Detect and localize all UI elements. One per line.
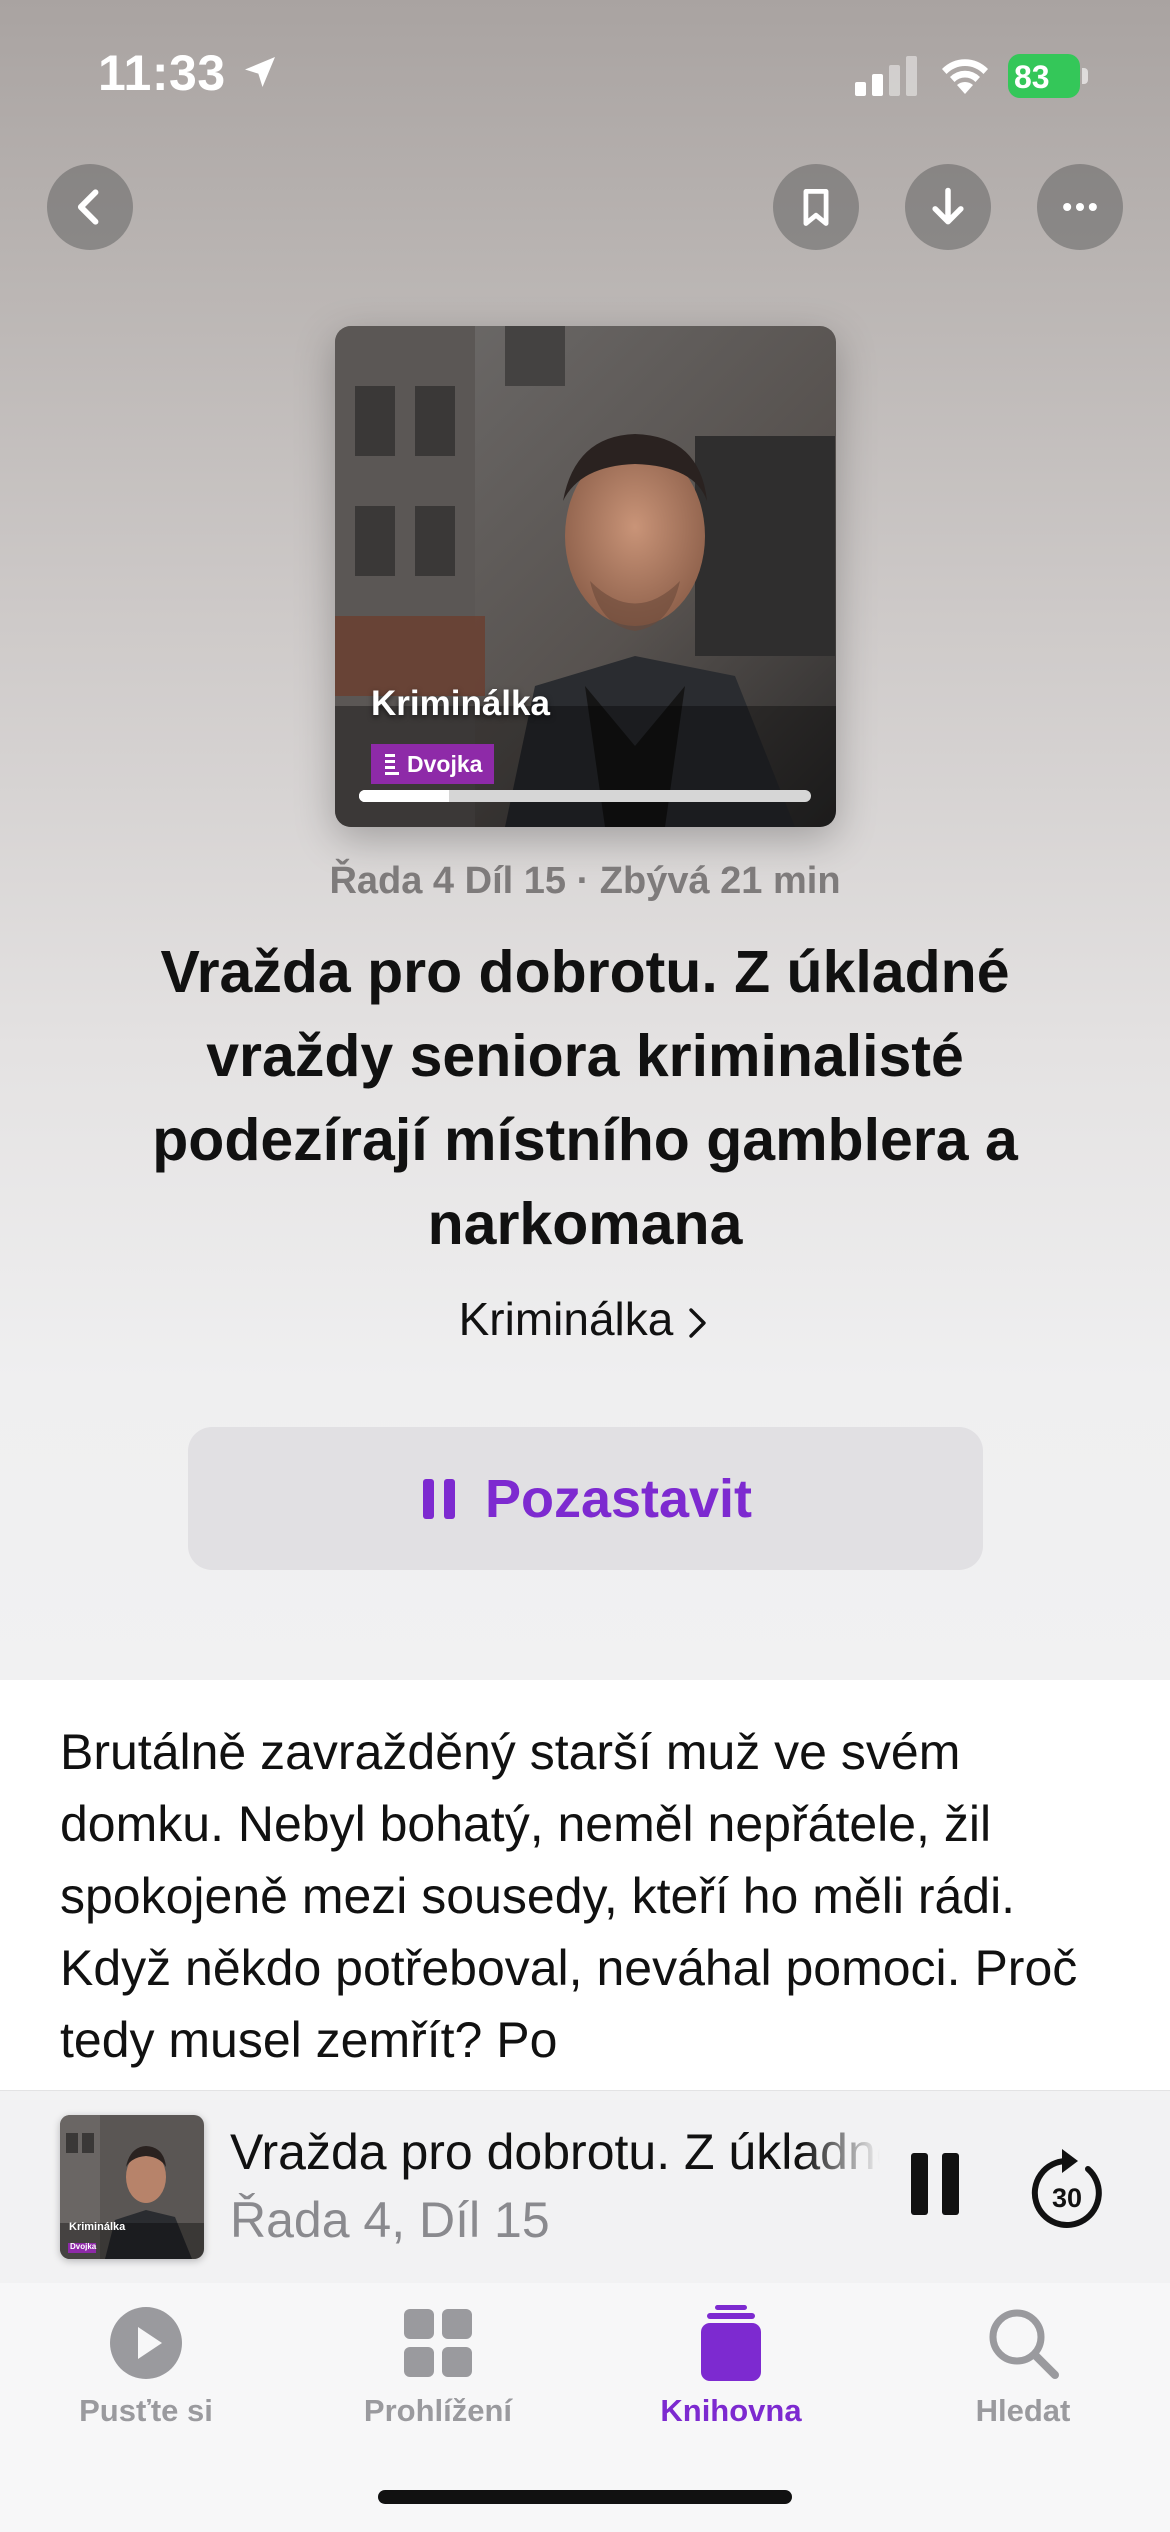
episode-progress-fill: [359, 790, 450, 802]
download-icon: [932, 187, 964, 225]
home-indicator: [378, 2490, 792, 2504]
skip-seconds-label: 30: [1052, 2183, 1082, 2213]
chevron-right-icon: [689, 1308, 707, 1338]
mini-player[interactable]: Kriminálka Dvojka Vražda pro dobrotu. Z …: [0, 2090, 1170, 2284]
episode-meta: Řada 4 Díl 15 · Zbývá 21 min: [329, 860, 841, 902]
back-button[interactable]: [47, 164, 133, 250]
bookmark-button[interactable]: [773, 164, 859, 250]
grid-icon: [404, 2309, 472, 2377]
episode-progress-bar: [359, 790, 811, 802]
status-bar: 11:33 83: [0, 0, 1170, 150]
search-icon: [989, 2309, 1059, 2379]
battery-cap: [1082, 68, 1088, 84]
tab-search[interactable]: Hledat: [877, 2303, 1169, 2429]
battery-percent: 83: [1014, 59, 1050, 95]
location-arrow-icon: [245, 57, 275, 87]
library-stack-icon: [701, 2305, 761, 2381]
episode-description: Brutálně zavražděný starší muž ve svém d…: [60, 1724, 1078, 2068]
mini-player-subtitle: Řada 4, Díl 15: [230, 2192, 550, 2248]
tab-library-label: Knihovna: [660, 2393, 802, 2428]
battery-icon: 83: [1008, 54, 1088, 100]
artwork-badge-label: Dvojka: [407, 750, 483, 777]
mini-artwork-show-name: Kriminálka: [69, 2221, 126, 2233]
mini-artwork-image: [60, 2115, 204, 2259]
status-time: 11:33: [98, 45, 226, 101]
play-circle-icon: [110, 2307, 182, 2379]
pause-icon: [422, 1478, 455, 1519]
mini-player-artwork: Kriminálka Dvojka: [60, 2115, 204, 2259]
wifi-icon: [942, 59, 988, 94]
tab-browse[interactable]: Prohlížení: [292, 2303, 584, 2429]
pause-button[interactable]: Pozastavit: [188, 1427, 983, 1570]
mini-pause-button[interactable]: [905, 2149, 965, 2219]
tab-browse-label: Prohlížení: [363, 2393, 513, 2428]
chevron-left-icon: [77, 189, 99, 225]
bookmark-icon: [803, 189, 829, 226]
station-logo-icon: [385, 754, 399, 775]
cellular-signal-icon: [855, 56, 917, 96]
mini-player-title: Vražda pro dobrotu. Z úkladné vraždy sen…: [230, 2124, 880, 2180]
show-link[interactable]: Kriminálka: [0, 1292, 1170, 1346]
pause-button-label: Pozastavit: [484, 1468, 753, 1529]
download-button[interactable]: [905, 164, 991, 250]
episode-artwork[interactable]: Kriminálka Dvojka: [335, 326, 836, 827]
tab-listen-now[interactable]: Pusťte si: [0, 2303, 292, 2429]
episode-title: Vražda pro dobrotu. Z úkladné vraždy sen…: [152, 939, 1018, 1257]
tab-search-label: Hledat: [975, 2393, 1071, 2428]
artwork-station-badge: Dvojka: [371, 744, 495, 784]
show-link-label: Kriminálka: [458, 1293, 674, 1345]
tab-listen-now-label: Pusťte si: [79, 2393, 213, 2428]
more-button[interactable]: [1037, 164, 1123, 250]
artwork-show-name: Kriminálka: [371, 684, 550, 723]
skip-forward-30-button[interactable]: 30: [1026, 2145, 1106, 2229]
mini-artwork-badge: Dvojka: [70, 2242, 97, 2251]
more-icon: [1063, 202, 1097, 212]
tab-library[interactable]: Knihovna: [585, 2303, 877, 2429]
